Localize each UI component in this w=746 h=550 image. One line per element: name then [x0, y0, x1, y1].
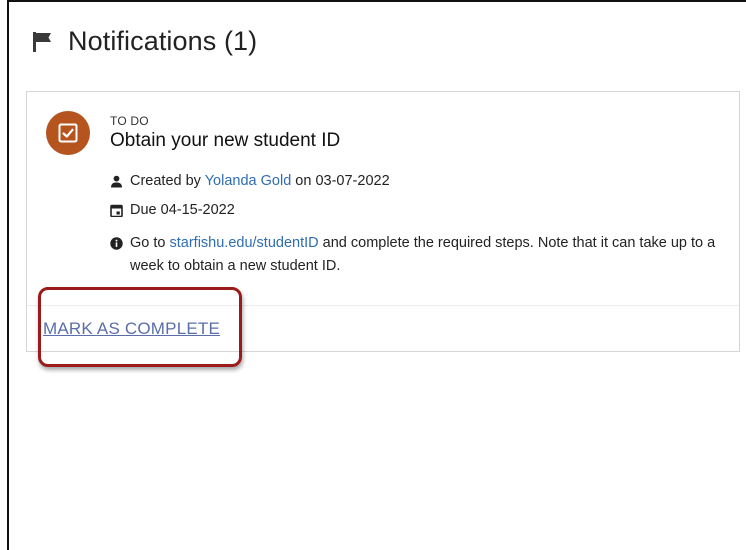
notification-title: Obtain your new student ID: [110, 130, 341, 151]
frame-top-border: [7, 0, 746, 2]
created-on-label: on: [295, 173, 312, 189]
created-by-row: Created by Yolanda Gold on 03-07-2022: [110, 173, 390, 189]
note-row: Go to starfishu.edu/studentID and comple…: [110, 232, 720, 278]
flag-icon: [32, 31, 54, 53]
notification-category: TO DO: [110, 114, 149, 128]
creator-link[interactable]: Yolanda Gold: [205, 173, 292, 189]
info-icon: [110, 237, 123, 250]
notifications-header: Notifications (1): [32, 26, 257, 57]
highlight-annotation: [38, 287, 242, 367]
person-icon: [111, 175, 122, 188]
todo-checkbox-icon: [46, 111, 90, 155]
due-date-row: Due 04-15-2022: [110, 202, 235, 218]
student-id-link[interactable]: starfishu.edu/studentID: [170, 235, 319, 251]
frame-left-border: [7, 0, 9, 550]
due-date-text: Due 04-15-2022: [130, 202, 235, 218]
calendar-icon: [110, 204, 123, 217]
created-by-label: Created by: [130, 173, 201, 189]
created-date: 03-07-2022: [315, 173, 390, 189]
note-prefix: Go to: [130, 235, 166, 251]
page-title: Notifications (1): [68, 26, 258, 56]
